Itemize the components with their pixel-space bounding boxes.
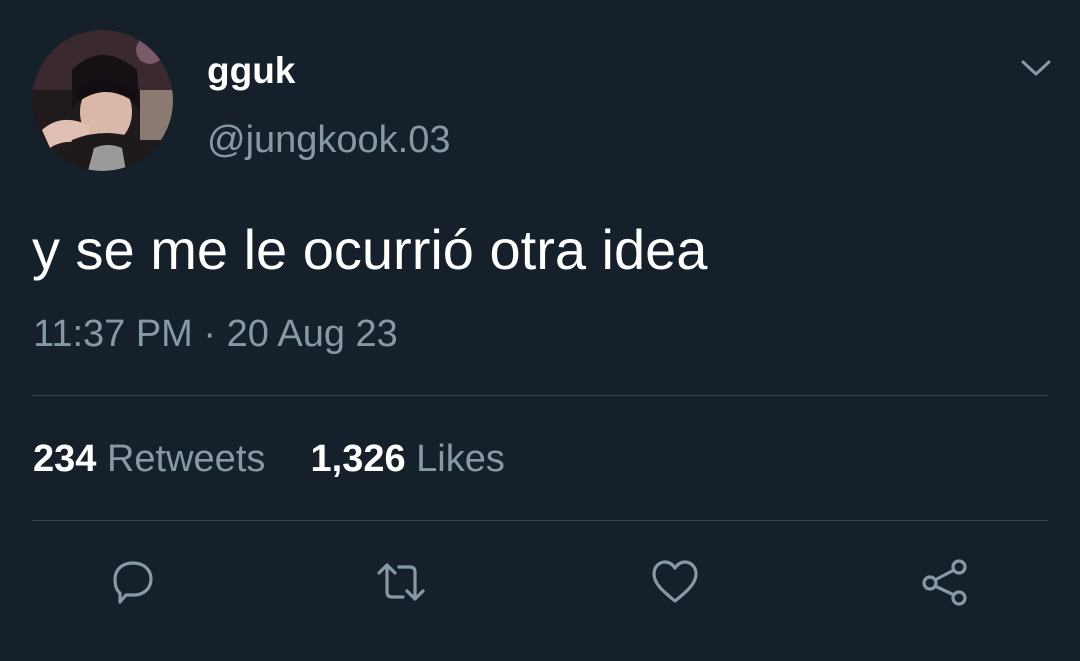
avatar[interactable]: [32, 30, 173, 171]
reply-icon: [113, 561, 153, 604]
chevron-down-icon[interactable]: [1018, 56, 1054, 80]
share-icon: [922, 559, 967, 606]
tweet-stats: 234 Retweets 1,326 Likes: [33, 440, 505, 478]
author-handle[interactable]: @jungkook.03: [207, 121, 451, 159]
share-button[interactable]: [918, 555, 972, 609]
meta-separator: ·: [203, 313, 217, 355]
tweet-text: y se me le ocurrió otra idea: [32, 218, 708, 281]
retweets-count: 234: [33, 438, 97, 480]
divider: [32, 395, 1048, 396]
likes-stat[interactable]: 1,326 Likes: [311, 438, 505, 480]
likes-label: Likes: [416, 438, 505, 480]
likes-count: 1,326: [310, 438, 406, 480]
like-heart-icon: [652, 560, 698, 603]
tweet-date: 20 Aug 23: [226, 313, 398, 355]
divider: [32, 520, 1048, 521]
retweets-stat[interactable]: 234 Retweets: [33, 438, 265, 480]
tweet-time: 11:37 PM: [33, 313, 193, 355]
like-button[interactable]: [648, 555, 702, 609]
retweet-button[interactable]: [374, 555, 428, 609]
tweet-timestamp: 11:37 PM · 20 Aug 23: [33, 315, 398, 353]
retweets-label: Retweets: [106, 438, 266, 480]
author-display-name[interactable]: gguk: [207, 52, 295, 89]
reply-button[interactable]: [106, 555, 160, 609]
avatar-image: [32, 30, 173, 171]
retweet-icon: [377, 563, 425, 601]
